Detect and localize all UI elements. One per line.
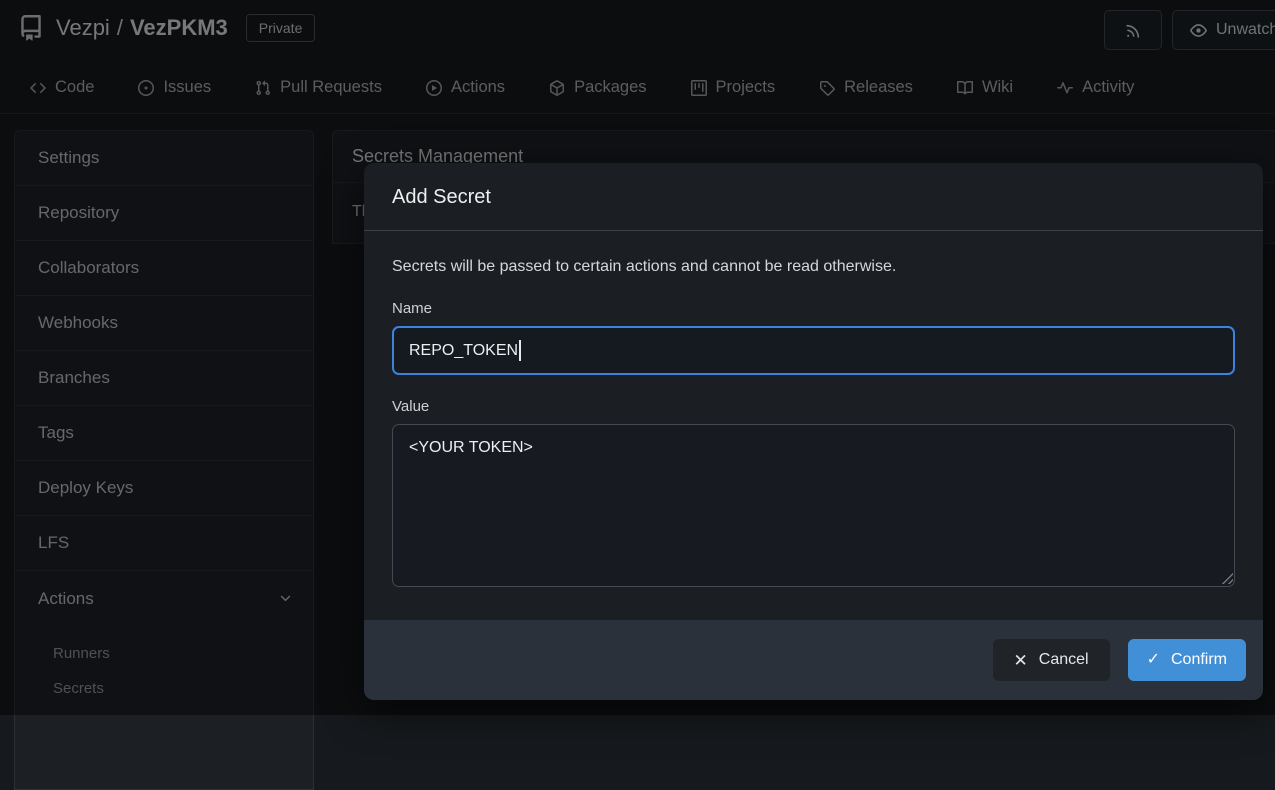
cancel-label: Cancel <box>1039 651 1089 669</box>
cancel-button[interactable]: ✕ Cancel <box>993 639 1110 681</box>
check-icon: ✓ <box>1147 652 1160 668</box>
confirm-button[interactable]: ✓ Confirm <box>1128 639 1246 681</box>
modal-footer: ✕ Cancel ✓ Confirm <box>364 620 1263 700</box>
close-icon: ✕ <box>1014 652 1028 669</box>
add-secret-modal: Add Secret Secrets will be passed to cer… <box>364 163 1263 700</box>
modal-body: Secrets will be passed to certain action… <box>364 231 1263 620</box>
modal-title: Add Secret <box>392 186 1235 209</box>
secret-name-input[interactable]: REPO_TOKEN <box>392 326 1235 375</box>
modal-description: Secrets will be passed to certain action… <box>392 257 1235 277</box>
secret-value-textarea[interactable]: <YOUR TOKEN> <box>392 424 1235 587</box>
name-label: Name <box>392 300 1235 317</box>
modal-header: Add Secret <box>364 163 1263 231</box>
confirm-label: Confirm <box>1171 651 1227 669</box>
text-caret <box>519 340 521 361</box>
secret-name-value: REPO_TOKEN <box>409 342 518 360</box>
value-label: Value <box>392 398 1235 415</box>
